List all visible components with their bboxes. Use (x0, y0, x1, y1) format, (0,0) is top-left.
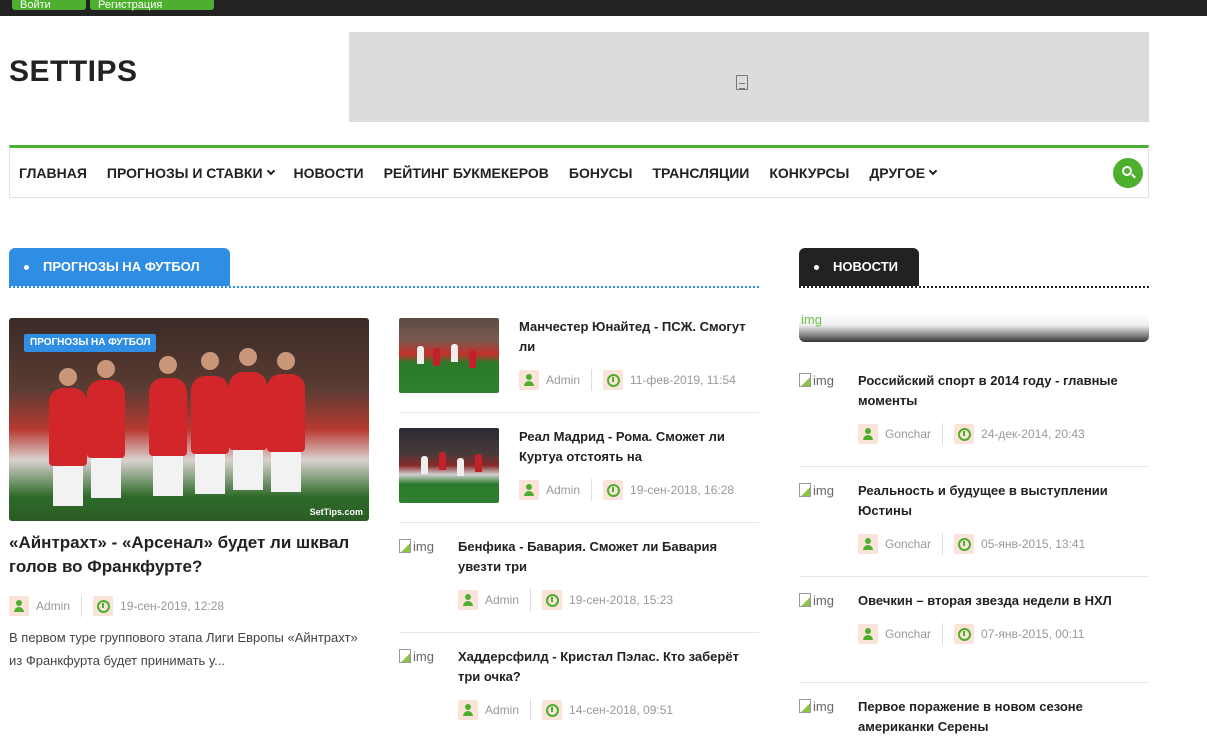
clock-icon (603, 480, 624, 500)
featured-title[interactable]: «Айнтрахт» - «Арсенал» будет ли шквал го… (9, 531, 374, 579)
post-date: 19-сен-2018, 15:23 (569, 593, 674, 607)
news-banner-image[interactable]: img (799, 314, 1149, 342)
nav-item-news[interactable]: НОВОСТИ (294, 165, 364, 181)
news-meta: Gonchar 07-янв-2015, 00:11 (858, 623, 1085, 645)
top-bar: Войти Регистрация (0, 0, 1207, 16)
clock-icon (542, 700, 563, 720)
clock-icon (954, 624, 975, 644)
author-link[interactable]: Admin (546, 483, 580, 497)
main-nav: ГЛАВНАЯ ПРОГНОЗЫ И СТАВКИ НОВОСТИ РЕЙТИН… (9, 145, 1149, 198)
news-title[interactable]: Реальность и будущее в выступлении Юстин… (858, 481, 1128, 521)
post-thumbnail[interactable] (399, 428, 499, 503)
author-link[interactable]: Admin (36, 599, 70, 613)
post-meta: Admin 11-фев-2019, 11:54 (519, 369, 736, 391)
news-title[interactable]: Овечкин – вторая звезда недели в НХЛ (858, 591, 1148, 611)
site-logo[interactable]: SETTIPS (9, 55, 138, 89)
clock-icon (603, 370, 624, 390)
author-link[interactable]: Gonchar (885, 537, 931, 551)
chevron-down-icon (928, 166, 938, 175)
user-icon (9, 596, 29, 616)
watermark: SetTips.com (309, 507, 363, 517)
broken-image-icon (736, 75, 748, 90)
nav-item-other[interactable]: ДРУГОЕ (869, 165, 938, 181)
post-thumbnail[interactable]: img (399, 649, 434, 664)
nav-item-contests[interactable]: КОНКУРСЫ (769, 165, 849, 181)
search-button[interactable] (1113, 158, 1143, 188)
broken-image-icon (799, 483, 811, 497)
news-meta: Gonchar 05-янв-2015, 13:41 (858, 533, 1086, 555)
broken-image-icon (799, 373, 811, 387)
post-title[interactable]: Бенфика - Бавария. Сможет ли Бавария уве… (458, 537, 748, 577)
post-date: 14-сен-2018, 09:51 (569, 703, 674, 717)
user-icon (519, 370, 539, 390)
chevron-down-icon (266, 166, 275, 175)
broken-image-icon (399, 539, 411, 553)
user-icon (458, 590, 478, 610)
author-link[interactable]: Admin (546, 373, 580, 387)
nav-item-bookmakers[interactable]: РЕЙТИНГ БУКМЕКЕРОВ (384, 165, 549, 181)
user-icon (858, 534, 878, 554)
author-link[interactable]: Admin (485, 593, 519, 607)
post-thumbnail[interactable]: img (399, 539, 434, 554)
post-title[interactable]: Хаддерсфилд - Кристал Пэлас. Кто заберёт… (458, 647, 758, 687)
news-thumbnail[interactable]: img (799, 699, 834, 714)
author-link[interactable]: Gonchar (885, 627, 931, 641)
post-date: 07-янв-2015, 00:11 (981, 627, 1085, 641)
author-link[interactable]: Gonchar (885, 427, 931, 441)
user-icon (858, 424, 878, 444)
nav-item-streams[interactable]: ТРАНСЛЯЦИИ (652, 165, 749, 181)
broken-image-icon (799, 699, 811, 713)
author-link[interactable]: Admin (485, 703, 519, 717)
post-meta: Admin 19-сен-2018, 15:23 (458, 589, 674, 611)
nav-item-predictions[interactable]: ПРОГНОЗЫ И СТАВКИ (107, 165, 275, 181)
register-button[interactable]: Регистрация (90, 0, 214, 11)
post-date: 19-сен-2018, 16:28 (630, 483, 735, 497)
news-title[interactable]: Российский спорт в 2014 году - главные м… (858, 371, 1143, 411)
news-thumbnail[interactable]: img (799, 593, 834, 608)
login-button[interactable]: Войти (12, 0, 86, 11)
clock-icon (954, 534, 975, 554)
broken-image-icon (399, 649, 411, 663)
clock-icon (542, 590, 563, 610)
post-date: 24-дек-2014, 20:43 (981, 427, 1085, 441)
section-title-news[interactable]: НОВОСТИ (799, 248, 919, 286)
user-icon (519, 480, 539, 500)
ad-banner[interactable] (349, 32, 1149, 122)
news-thumbnail[interactable]: img (799, 373, 834, 388)
featured-excerpt: В первом туре группового этапа Лиги Евро… (9, 630, 358, 668)
post-title[interactable]: Реал Мадрид - Рома. Сможет ли Куртуа отс… (519, 427, 749, 467)
post-thumbnail[interactable] (399, 318, 499, 393)
user-icon (458, 700, 478, 720)
category-badge[interactable]: ПРОГНОЗЫ НА ФУТБОЛ (24, 334, 157, 352)
divider (799, 286, 1149, 288)
clock-icon (93, 596, 114, 616)
post-date: 11-фев-2019, 11:54 (630, 373, 736, 387)
nav-item-bonuses[interactable]: БОНУСЫ (569, 165, 633, 181)
post-date: 19-сен-2019, 12:28 (120, 599, 225, 613)
news-meta: Gonchar 24-дек-2014, 20:43 (858, 423, 1085, 445)
post-meta: Admin 14-сен-2018, 09:51 (458, 699, 674, 721)
section-title-football[interactable]: ПРОГНОЗЫ НА ФУТБОЛ (9, 248, 230, 286)
news-title[interactable]: Первое поражение в новом сезоне американ… (858, 697, 1128, 737)
nav-item-home[interactable]: ГЛАВНАЯ (19, 165, 87, 181)
featured-meta: Admin 19-сен-2019, 12:28 (9, 595, 225, 617)
post-title[interactable]: Манчестер Юнайтед - ПСЖ. Смогут ли (519, 317, 749, 357)
broken-image-icon (799, 593, 811, 607)
post-date: 05-янв-2015, 13:41 (981, 537, 1086, 551)
user-icon (858, 624, 878, 644)
divider (9, 286, 759, 288)
news-thumbnail[interactable]: img (799, 483, 834, 498)
clock-icon (954, 424, 975, 444)
post-meta: Admin 19-сен-2018, 16:28 (519, 479, 735, 501)
